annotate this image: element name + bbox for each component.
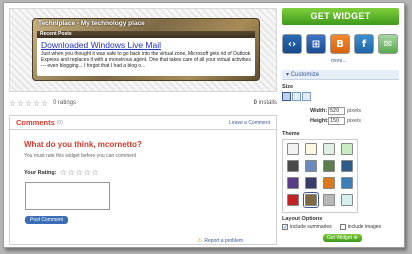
widget-preview: TechnIplace - My technology place Recent… [9,8,277,92]
layout-options: ✓ include summaries include images [282,224,382,231]
theme-swatch[interactable] [287,160,299,172]
your-rating-label: Your Rating: [24,169,57,176]
comments-title: Comments [16,118,55,127]
post-title-link[interactable]: Downloaded Windows Live Mail [41,40,251,50]
star-icon: ☆ [41,98,49,108]
comment-prompt: What do you think, mcornetto? [24,140,142,149]
height-unit: pixels [347,118,362,124]
warning-icon: ⚠ [197,237,203,244]
star-icon: ☆ [17,98,25,108]
widget-sidebar: GET WIDGET ‹› ⊞ B f ✉ more... ▾ Customiz… [281,8,404,244]
summaries-label: include summaries [290,224,332,230]
star-icon: ☆ [33,98,41,108]
theme-swatch[interactable] [305,177,317,189]
images-checkbox[interactable] [339,224,346,230]
post-summary: Just when you thought it was safe to go … [41,51,251,69]
height-row: Height: 150 pixels [310,117,361,125]
size-label: Size [282,84,294,90]
theme-swatch[interactable] [287,143,299,155]
get-widget-button[interactable]: GET WIDGET [282,8,399,25]
height-label: Height: [310,118,329,124]
width-unit: pixels [347,108,362,114]
star-icon[interactable]: ☆ [60,169,67,177]
comments-section: Comments (0) Leave a Comment What do you… [9,115,277,245]
size-presets [282,92,311,101]
theme-swatch[interactable] [323,160,335,172]
theme-swatch[interactable] [341,143,353,155]
star-icon[interactable]: ☆ [84,169,91,177]
comments-header: Comments (0) Leave a Comment [10,116,276,130]
your-rating-stars[interactable]: ☆ ☆ ☆ ☆ ☆ [60,169,99,177]
leave-comment-link[interactable]: Leave a Comment [229,120,270,126]
more-link[interactable]: more... [331,58,347,64]
theme-swatch[interactable] [303,192,319,208]
windows-icon[interactable]: ⊞ [306,34,326,54]
star-icon[interactable]: ☆ [92,169,99,177]
star-icon: ☆ [9,98,17,108]
star-icon[interactable]: ☆ [76,169,83,177]
gadget-title: TechnIplace - My technology place [38,20,145,27]
rating-row: ☆ ☆ ☆ ☆ ☆ 0 ratings 0 installs [9,97,277,109]
gadget-preview: TechnIplace - My technology place Recent… [32,18,260,81]
widget-page: TechnIplace - My technology place Recent… [3,2,405,248]
summaries-checkbox[interactable]: ✓ [282,224,288,231]
rating-stars: ☆ ☆ ☆ ☆ ☆ [9,98,49,108]
installs-number: 0 [253,100,257,106]
theme-swatch[interactable] [323,177,335,189]
report-problem-link[interactable]: ⚠ Report a problem [197,237,243,244]
gadget-body: Recent Posts Downloaded Windows Live Mai… [37,31,255,76]
theme-swatch[interactable] [341,194,353,206]
theme-swatch[interactable] [305,143,317,155]
width-label: Width: [310,108,328,114]
report-problem-label: Report a problem [204,237,244,244]
customize-label: Customize [290,72,320,78]
chat-icon[interactable]: ✉ [378,34,398,54]
size-small-icon[interactable] [282,92,291,101]
width-input[interactable]: 520 [328,107,345,115]
theme-swatch[interactable] [323,143,335,155]
get-widget-small-label: Get Widget [327,235,353,241]
theme-picker [282,139,358,213]
share-icons: ‹› ⊞ B f ✉ [282,34,398,54]
theme-swatch[interactable] [287,194,299,206]
theme-swatch[interactable] [287,177,299,189]
comments-count: (0) [56,119,63,126]
theme-label: Theme [282,131,300,137]
theme-swatch[interactable] [341,160,353,172]
blogger-icon[interactable]: B [330,34,350,54]
post-comment-button[interactable]: Post Comment [25,216,69,224]
height-input[interactable]: 150 [328,117,345,125]
get-widget-small-button[interactable]: Get Widget ⊕ [323,234,362,242]
your-rating-row: Your Rating: ☆ ☆ ☆ ☆ ☆ [24,169,276,177]
width-row: Width: 520 pixels [310,107,361,115]
layout-options-label: Layout Options [282,216,323,222]
comment-textarea[interactable] [25,182,110,210]
embed-code-icon[interactable]: ‹› [282,34,302,54]
theme-swatch[interactable] [323,194,335,206]
customize-toggle[interactable]: ▾ Customize [282,70,399,80]
rating-count: 0 ratings [53,100,77,106]
rating-required-note: You must rate this widget before you can… [24,153,137,159]
images-label: include images [347,224,382,230]
theme-swatch[interactable] [341,177,353,189]
installs-count: 0 installs [254,100,277,106]
facebook-icon[interactable]: f [354,34,374,54]
star-icon[interactable]: ☆ [68,169,75,177]
size-large-icon[interactable] [302,92,311,101]
size-medium-icon[interactable] [292,92,301,101]
installs-label: installs [258,100,277,106]
gadget-section-header: Recent Posts [37,31,255,38]
star-icon: ☆ [25,98,33,108]
theme-swatch[interactable] [305,160,317,172]
